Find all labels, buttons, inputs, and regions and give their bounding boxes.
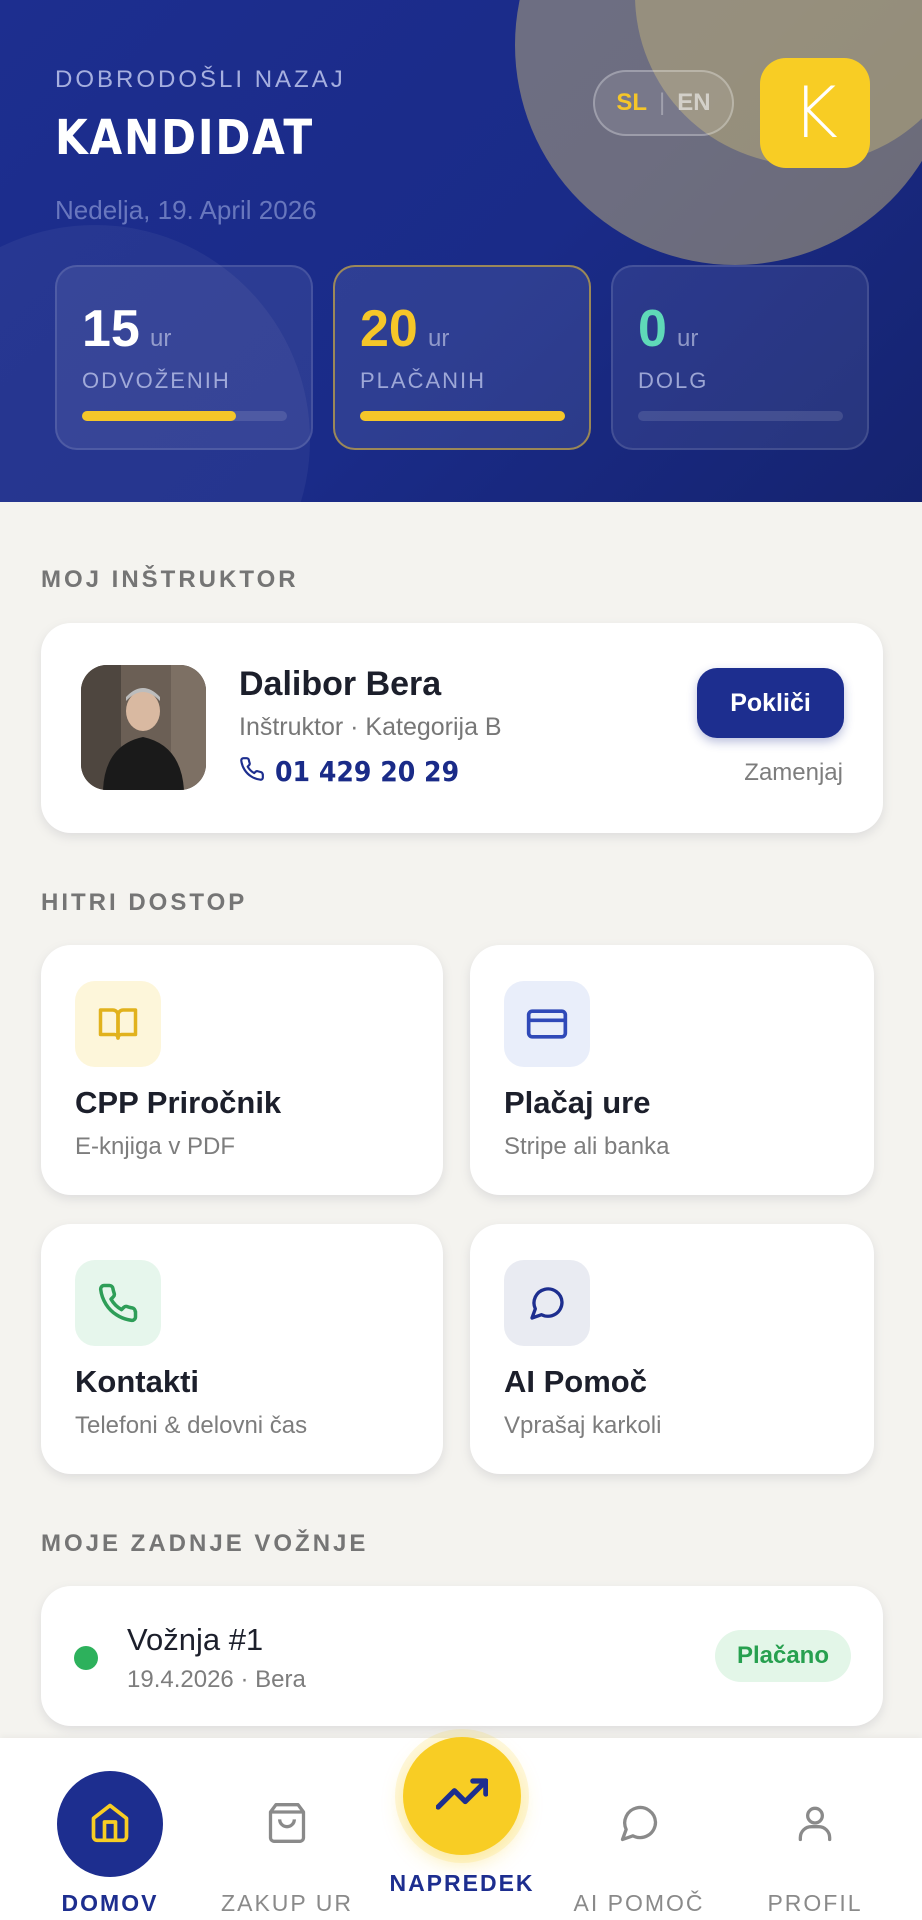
chat-icon[interactable]: [614, 1798, 664, 1848]
phone-icon: [239, 756, 265, 787]
shopping-bag-icon[interactable]: [262, 1798, 312, 1848]
quick-card-title: AI Pomoč: [504, 1364, 647, 1399]
instructor-photo: [81, 665, 206, 790]
nav-label-home[interactable]: DOMOV: [62, 1890, 159, 1917]
credit-card-icon: [504, 981, 590, 1067]
instructor-phone[interactable]: 01 429 20 29: [275, 755, 459, 788]
nav-label-profile[interactable]: PROFIL: [767, 1890, 862, 1917]
stat-unit: ur: [677, 325, 699, 352]
swap-instructor-link[interactable]: Zamenjaj: [744, 759, 843, 787]
stat-unit: ur: [428, 325, 450, 352]
stat-unit: ur: [150, 325, 172, 352]
language-switcher[interactable]: SL | EN: [593, 70, 734, 136]
nav-label-ai-help[interactable]: AI POMOČ: [573, 1890, 704, 1917]
nav-progress-button[interactable]: [403, 1737, 521, 1855]
lang-en[interactable]: EN: [677, 89, 710, 117]
progress-bar: [638, 411, 843, 421]
stat-label: PLAČANIH: [360, 368, 487, 393]
home-icon: [88, 1800, 132, 1849]
ride-title: Vožnja #1: [127, 1622, 264, 1657]
stat-value: 0: [638, 300, 667, 358]
quick-card-subtitle: Stripe ali banka: [504, 1133, 670, 1160]
status-dot: [74, 1646, 98, 1670]
stat-label: ODVOŽENIH: [82, 368, 231, 393]
stat-card-driven: 15 ur ODVOŽENIH: [55, 265, 313, 450]
stat-label: DOLG: [638, 368, 709, 393]
stat-value: 20: [360, 300, 418, 358]
instructor-card: Dalibor Bera Inštruktor · Kategorija B 0…: [41, 623, 883, 833]
ride-subtitle: 19.4.2026 · Bera: [127, 1666, 306, 1693]
chat-icon: [504, 1260, 590, 1346]
trending-up-icon: [435, 1768, 489, 1825]
book-icon: [75, 981, 161, 1067]
progress-fill: [360, 411, 565, 421]
quick-card-ai-help[interactable]: AI Pomoč Vprašaj karkoli: [470, 1224, 874, 1474]
quick-card-title: CPP Priročnik: [75, 1085, 282, 1120]
nav-home-button[interactable]: [57, 1771, 163, 1877]
instructor-phone-row[interactable]: 01 429 20 29: [239, 755, 480, 788]
section-title-quick-access: HITRI DOSTOP: [41, 889, 248, 916]
quick-card-subtitle: Telefoni & delovni čas: [75, 1412, 308, 1439]
ride-item[interactable]: Vožnja #1 19.4.2026 · Bera Plačano: [41, 1586, 883, 1726]
call-button[interactable]: Pokliči: [697, 668, 844, 738]
nav-label-buy-hours[interactable]: ZAKUP UR: [221, 1890, 353, 1917]
instructor-role: Inštruktor · Kategorija B: [239, 713, 502, 741]
stat-card-debt: 0 ur DOLG: [611, 265, 869, 450]
user-name: KANDIDAT: [55, 110, 314, 166]
quick-card-cpp[interactable]: CPP Priročnik E-knjiga v PDF: [41, 945, 443, 1195]
avatar[interactable]: K: [760, 58, 870, 168]
quick-card-subtitle: Vprašaj karkoli: [504, 1412, 662, 1439]
section-title-rides: MOJE ZADNJE VOŽNJE: [41, 1530, 369, 1557]
instructor-name: Dalibor Bera: [239, 665, 442, 703]
quick-card-contacts[interactable]: Kontakti Telefoni & delovni čas: [41, 1224, 443, 1474]
welcome-text: DOBRODOŠLI NAZAJ: [55, 66, 346, 93]
lang-sl[interactable]: SL: [616, 89, 647, 117]
stat-card-paid: 20 ur PLAČANIH: [333, 265, 591, 450]
header: DOBRODOŠLI NAZAJ KANDIDAT Nedelja, 19. A…: [0, 0, 922, 502]
quick-card-title: Kontakti: [75, 1364, 199, 1399]
lang-separator: |: [659, 89, 666, 116]
user-icon[interactable]: [790, 1798, 840, 1848]
progress-bar: [82, 411, 287, 421]
phone-icon: [75, 1260, 161, 1346]
status-badge: Plačano: [714, 1630, 851, 1682]
quick-card-pay[interactable]: Plačaj ure Stripe ali banka: [470, 945, 874, 1195]
current-date: Nedelja, 19. April 2026: [55, 195, 317, 225]
quick-card-title: Plačaj ure: [504, 1085, 651, 1120]
progress-bar: [360, 411, 565, 421]
quick-card-subtitle: E-knjiga v PDF: [75, 1133, 236, 1160]
progress-fill: [82, 411, 236, 421]
section-title-instructor: MOJ INŠTRUKTOR: [41, 566, 299, 593]
stat-value: 15: [82, 300, 140, 358]
nav-label-progress[interactable]: NAPREDEK: [389, 1870, 534, 1897]
